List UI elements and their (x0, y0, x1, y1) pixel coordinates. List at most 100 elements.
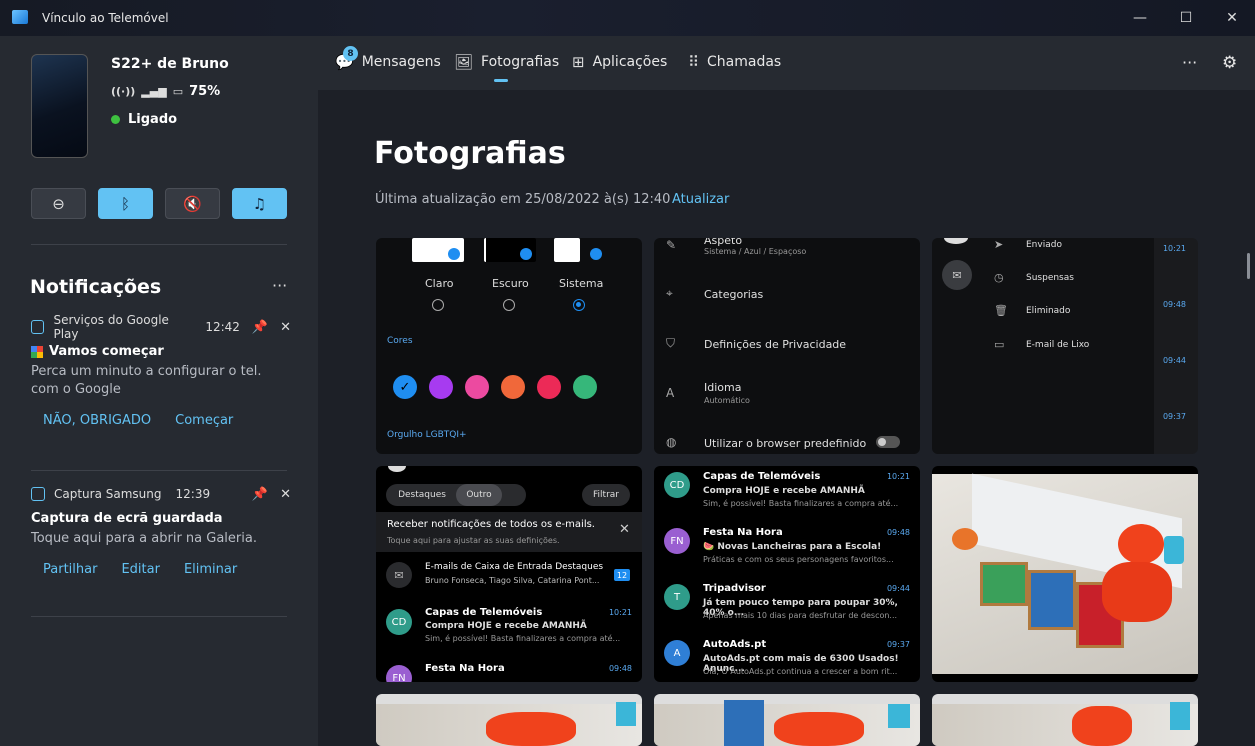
theme-preview (554, 238, 580, 262)
mail-preview: Sim, é possível! Basta finalizares a com… (425, 634, 621, 643)
photo-thumbnail[interactable] (654, 694, 920, 746)
close-icon: ✕ (619, 522, 630, 537)
toggle-switch (876, 436, 900, 448)
focused-title: E-mails de Caixa de Entrada Destaques (425, 562, 604, 572)
dismiss-icon[interactable]: ✕ (280, 320, 291, 335)
mail-time: 09:37 (1162, 412, 1186, 421)
bluetooth-icon: ᛒ (120, 194, 130, 213)
notification-action[interactable]: Editar (121, 562, 160, 577)
notification-time: 12:42 (205, 320, 240, 334)
mail-time: 09:44 (1162, 356, 1186, 365)
bluetooth-button[interactable]: ᛒ (98, 188, 153, 219)
mail-time: 10:21 (886, 472, 910, 481)
mail-time: 09:48 (1162, 300, 1186, 309)
mail-time: 09:44 (886, 584, 910, 593)
color-swatch (573, 375, 597, 399)
tab-label: Fotografias (481, 54, 560, 70)
tab-apps[interactable]: ⊞ Aplicações (572, 53, 667, 71)
notification-action[interactable]: NÃO, OBRIGADO (43, 413, 151, 428)
dismiss-icon[interactable]: ✕ (280, 487, 291, 502)
send-icon: ➤ (994, 238, 1004, 251)
mail-preview: Apenas mais 10 dias para desfrutar de de… (703, 611, 898, 620)
pin-icon[interactable]: 📌 (252, 320, 268, 335)
mail-sender: Festa Na Hora (703, 527, 783, 538)
photo-scene (486, 712, 576, 746)
pin-icon[interactable]: 📌 (252, 487, 268, 502)
notification-card[interactable]: Serviços do Google Play 12:42 📌 ✕ Vamos … (31, 313, 291, 428)
mail-time: 10:21 (608, 608, 632, 617)
radio (432, 299, 444, 311)
junk-folder-icon: ▭ (994, 338, 1005, 351)
scrollbar-thumb[interactable] (1247, 253, 1250, 279)
notification-action[interactable]: Partilhar (43, 562, 97, 577)
photo-thumbnail[interactable]: ✎ Aspeto Sistema / Azul / Espaçoso ⌖ Cat… (654, 238, 920, 454)
last-updated: Última atualização em 25/08/2022 à(s) 12… (375, 192, 671, 207)
phone-link-window: Vínculo ao Telemóvel — ☐ ✕ S22+ de Bruno… (0, 0, 1255, 746)
quick-actions: ⊖ ᛒ 🔇 ♫ (31, 188, 287, 219)
notification-card[interactable]: Captura Samsung 12:39 📌 ✕ Captura de ecr… (31, 485, 291, 577)
avatar: A (664, 640, 690, 666)
photo-scene (1164, 536, 1184, 564)
divider (31, 244, 287, 245)
color-swatch: ✓ (393, 375, 417, 399)
setting-title: Definições de Privacidade (704, 338, 847, 351)
notification-action[interactable]: Eliminar (184, 562, 237, 577)
window-title: Vínculo ao Telemóvel (42, 11, 169, 25)
more-options-button[interactable]: ··· (1182, 53, 1197, 72)
mute-button[interactable]: 🔇 (165, 188, 220, 219)
mute-icon: 🔇 (183, 194, 202, 213)
active-tab-indicator (494, 79, 508, 82)
maximize-button[interactable]: ☐ (1163, 0, 1209, 36)
photo-scene (1118, 524, 1164, 564)
radio-selected (573, 299, 585, 311)
notifications-title: Notificações (30, 276, 162, 298)
google-icon (31, 345, 43, 358)
setting-title: Aspeto (704, 238, 743, 247)
globe-icon: ◍ (666, 435, 677, 449)
dnd-button[interactable]: ⊖ (31, 188, 86, 219)
refresh-link[interactable]: Atualizar (672, 192, 729, 207)
setting-subtitle: Sistema / Azul / Espaçoso (704, 247, 807, 256)
photo-thumbnail[interactable] (932, 466, 1198, 682)
settings-icon[interactable]: ⚙ (1222, 53, 1237, 73)
color-swatch (501, 375, 525, 399)
theme-label: Sistema (559, 277, 604, 290)
avatar: FN (664, 528, 690, 554)
tab-photos[interactable]: 🖼 Fotografias (454, 53, 559, 71)
photo-thumbnail[interactable]: Destaques Outro Filtrar Receber notifica… (376, 466, 642, 682)
pride-label: Orgulho LGBTQI+ (387, 430, 467, 440)
avatar: T (664, 584, 690, 610)
tab-calls[interactable]: ⠿ Chamadas (688, 53, 781, 71)
clock-icon: ◷ (994, 271, 1004, 284)
photo-thumbnail[interactable]: ✉ ➤ Enviado ◷ Suspensas 🗑 Eliminado ▭ E-… (932, 238, 1198, 454)
notification-action[interactable]: Começar (175, 413, 233, 428)
title-bar[interactable]: Vínculo ao Telemóvel — ☐ ✕ (0, 0, 1255, 36)
notifications-more-button[interactable]: ··· (272, 276, 287, 295)
selected-dot (448, 248, 460, 260)
close-button[interactable]: ✕ (1209, 0, 1255, 36)
mail-subject: Compra HOJE e recebe AMANHÃ (703, 486, 865, 496)
photo-scene (774, 712, 864, 746)
photo-thumbnail[interactable] (376, 694, 642, 746)
selected-dot (590, 248, 602, 260)
trash-icon: 🗑 (994, 304, 1008, 317)
music-button[interactable]: ♫ (232, 188, 287, 219)
photo-thumbnail[interactable]: CD Capas de Telemóveis 10:21 Compra HOJE… (654, 466, 920, 682)
color-swatch (429, 375, 453, 399)
photo-thumbnail[interactable]: Claro Escuro Sistema Cores ✓ Orgulho LGB… (376, 238, 642, 454)
do-not-disturb-icon: ⊖ (52, 194, 65, 213)
photo-scene (952, 528, 978, 550)
mail-preview: Práticas e com os seus personagens favor… (703, 555, 894, 564)
mail-sender: AutoAds.pt (703, 639, 767, 650)
menu-item: Enviado (1026, 240, 1062, 250)
messages-badge: 8 (343, 46, 358, 61)
tab-bar: 💬 Mensagens 🖼 Fotografias ⊞ Aplicações ⠿ Cha… (318, 36, 1255, 90)
minimize-button[interactable]: — (1117, 0, 1163, 36)
photo-scene (980, 562, 1028, 606)
app-icon (12, 10, 28, 24)
mail-sender: Capas de Telemóveis (703, 471, 821, 482)
photo-thumbnail[interactable] (932, 694, 1198, 746)
selected-dot (520, 248, 532, 260)
apps-icon: ⊞ (572, 53, 585, 71)
mail-time: 09:48 (886, 528, 910, 537)
